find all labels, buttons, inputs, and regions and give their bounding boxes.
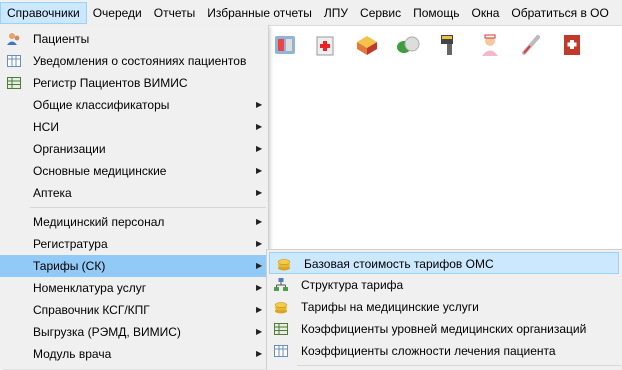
menu-item-label: Коэффициенты сложности лечения пациента: [301, 344, 556, 358]
grid-icon: [273, 343, 289, 359]
pharmacy-cabinet-icon[interactable]: [268, 29, 301, 62]
menu-item-label: Аптека: [33, 186, 72, 200]
submenu-arrow-icon: ▶: [256, 283, 263, 292]
menu-item-organizatsii[interactable]: Организации ▶: [0, 138, 268, 160]
menu-item-label: Медицинский персонал: [33, 215, 165, 229]
submenu-arrow-icon: ▶: [256, 122, 263, 131]
toolbar: [268, 26, 622, 64]
submenu-arrow-icon: ▶: [256, 188, 263, 197]
table-icon: [6, 75, 22, 91]
menu-item-patsienty[interactable]: Пациенты: [0, 28, 268, 50]
pills-icon[interactable]: [391, 29, 424, 62]
menu-item-label: Базовая стоимость тарифов ОМС: [304, 257, 494, 271]
medical-box-icon[interactable]: [309, 29, 342, 62]
menu-item-label: НСИ: [33, 120, 59, 134]
menu-item-uvedomleniya[interactable]: Уведомления о состояниях пациентов: [0, 50, 268, 72]
submenu-arrow-icon: ▶: [256, 100, 263, 109]
menu-item-label: Тарифы на медицинские услуги: [301, 300, 479, 314]
menu-item-nsi[interactable]: НСИ ▶: [0, 116, 268, 138]
submenu-arrow-icon: ▶: [256, 349, 263, 358]
submenu-arrow-icon: ▶: [256, 239, 263, 248]
coins-icon: [273, 299, 289, 315]
nurse-icon[interactable]: [473, 29, 506, 62]
menu-item-apteka[interactable]: Аптека ▶: [0, 182, 268, 204]
menu-item-registr-vimis[interactable]: Регистр Пациентов ВИМИС: [0, 72, 268, 94]
submenu-arrow-icon: ▶: [256, 327, 263, 336]
menu-item-label: Модуль врача: [33, 347, 112, 361]
medical-book-icon[interactable]: [555, 29, 588, 62]
menu-item-registratura[interactable]: Регистратура ▶: [0, 233, 268, 255]
menu-izbrannye-otchety[interactable]: Избранные отчеты: [201, 2, 318, 24]
submenu-item-tarify-uslugi[interactable]: Тарифы на медицинские услуги: [267, 296, 622, 318]
submenu-arrow-icon: ▶: [256, 261, 263, 270]
submenu-arrow-icon: ▶: [256, 144, 263, 153]
submenu-arrow-icon: ▶: [256, 166, 263, 175]
menu-item-label: Коэффициенты уровней медицинских организ…: [301, 322, 587, 336]
menu-item-label: Организации: [33, 142, 106, 156]
menu-item-label: Пациенты: [33, 32, 90, 46]
menu-item-label: Уведомления о состояниях пациентов: [33, 54, 247, 68]
tarify-submenu: Базовая стоимость тарифов ОМС Структура …: [266, 249, 622, 370]
spravochniki-menu: Пациенты Уведомления о состояниях пациен…: [0, 25, 269, 369]
submenu-arrow-icon: ▶: [256, 217, 263, 226]
menu-item-meditsinskiy-personal[interactable]: Медицинский персонал ▶: [0, 211, 268, 233]
menu-item-osnovnye-meditsinskie[interactable]: Основные медицинские ▶: [0, 160, 268, 182]
menu-item-label: Регистр Пациентов ВИМИС: [33, 76, 188, 90]
table-icon: [273, 321, 289, 337]
submenu-item-bazovaya-stoimost[interactable]: Базовая стоимость тарифов ОМС: [269, 252, 619, 274]
menu-bar: Справочники Очереди Отчеты Избранные отч…: [0, 0, 622, 26]
menu-separator: [30, 207, 266, 208]
menu-item-label: Справочник КСГ/КПГ: [33, 303, 150, 317]
thermometer-icon[interactable]: [514, 29, 547, 62]
menu-otchety[interactable]: Отчеты: [148, 2, 201, 24]
menu-item-modul-vracha[interactable]: Модуль врача ▶: [0, 343, 268, 365]
menu-spravochniki[interactable]: Справочники: [0, 1, 87, 24]
submenu-item-koeff-urovney[interactable]: Коэффициенты уровней медицинских организ…: [267, 318, 622, 340]
grid-icon: [6, 53, 22, 69]
submenu-item-koeff-slozhnosti[interactable]: Коэффициенты сложности лечения пациента: [267, 340, 622, 362]
menu-item-nomenklatura-uslug[interactable]: Номенклатура услуг ▶: [0, 277, 268, 299]
menu-item-label: Основные медицинские: [33, 164, 167, 178]
menu-ocheredi[interactable]: Очереди: [87, 2, 148, 24]
submenu-arrow-icon: ▶: [256, 305, 263, 314]
menu-item-tarify[interactable]: Тарифы (СК) ▶: [0, 255, 268, 277]
menu-pomosch[interactable]: Помощь: [407, 2, 465, 24]
menu-item-label: Структура тарифа: [301, 278, 404, 292]
menu-item-label: Регистратура: [33, 237, 108, 251]
barcode-scanner-icon[interactable]: [432, 29, 465, 62]
submenu-item-struktura-tarifa[interactable]: Структура тарифа: [267, 274, 622, 296]
menu-item-obschie-klassifikatory[interactable]: Общие классификаторы ▶: [0, 94, 268, 116]
hierarchy-icon: [273, 277, 289, 293]
menu-separator: [297, 365, 621, 366]
menu-okna[interactable]: Окна: [465, 2, 505, 24]
menu-lpu[interactable]: ЛПУ: [318, 2, 354, 24]
menu-item-label: Выгрузка (РЭМД, ВИМИС): [33, 325, 181, 339]
menu-item-label: Номенклатура услуг: [33, 281, 147, 295]
patients-icon: [6, 31, 22, 47]
menu-item-label: Тарифы (СК): [33, 259, 106, 273]
menu-obratitsya[interactable]: Обратиться в ОО: [505, 2, 614, 24]
coins-icon: [276, 256, 292, 272]
menu-servis[interactable]: Сервис: [354, 2, 407, 24]
pill-box-icon[interactable]: [350, 29, 383, 62]
menu-item-label: Общие классификаторы: [33, 98, 170, 112]
menu-item-vygruzka[interactable]: Выгрузка (РЭМД, ВИМИС) ▶: [0, 321, 268, 343]
menu-item-spravochnik-ksg[interactable]: Справочник КСГ/КПГ ▶: [0, 299, 268, 321]
